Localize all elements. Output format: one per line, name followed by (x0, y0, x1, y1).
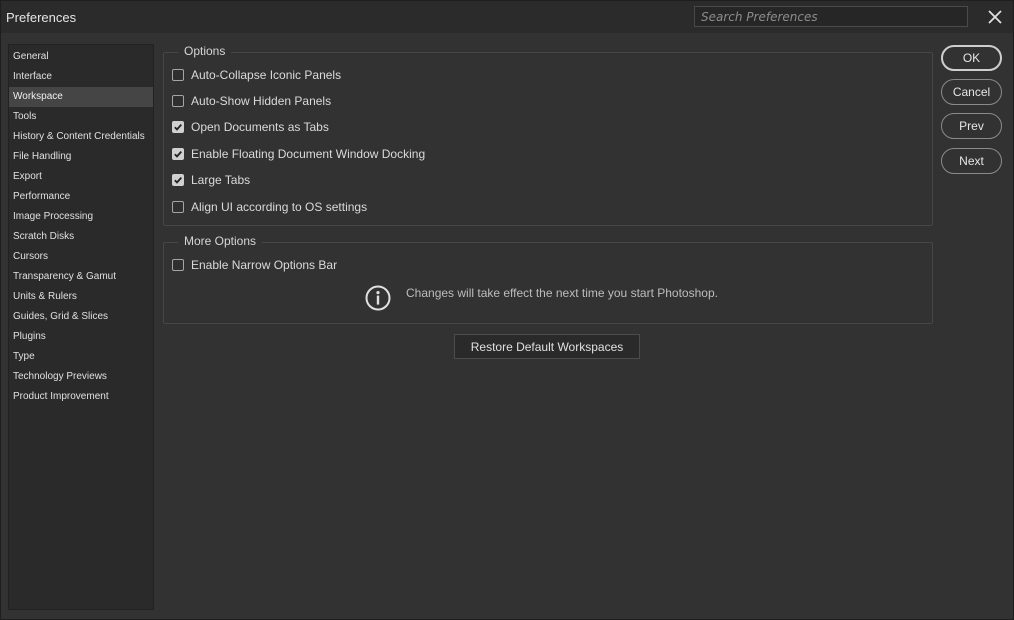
checkmark-icon (174, 176, 182, 184)
option-label: Align UI according to OS settings (191, 200, 368, 214)
sidebar-item-history[interactable]: History & Content Credentials (9, 127, 153, 147)
preferences-dialog: Preferences General Interface Workspace … (0, 0, 1014, 620)
sidebar-item-product-improvement[interactable]: Product Improvement (9, 387, 153, 407)
option-narrow-options-bar: Enable Narrow Options Bar (172, 256, 337, 274)
sidebar-item-units-rulers[interactable]: Units & Rulers (9, 287, 153, 307)
auto-show-checkbox[interactable] (172, 95, 184, 107)
more-options-group-title: More Options (178, 234, 263, 248)
dialog-title: Preferences (6, 10, 77, 25)
sidebar-item-plugins[interactable]: Plugins (9, 327, 153, 347)
floating-docking-checkbox[interactable] (172, 148, 184, 160)
sidebar-item-type[interactable]: Type (9, 347, 153, 367)
checkmark-icon (174, 150, 182, 158)
option-label: Open Documents as Tabs (191, 120, 329, 134)
option-floating-docking: Enable Floating Document Window Docking (172, 145, 425, 163)
sidebar-item-scratch-disks[interactable]: Scratch Disks (9, 227, 153, 247)
option-auto-collapse: Auto-Collapse Iconic Panels (172, 66, 341, 84)
option-large-tabs: Large Tabs (172, 171, 250, 189)
option-open-documents-tabs: Open Documents as Tabs (172, 118, 329, 136)
option-label: Auto-Collapse Iconic Panels (191, 68, 342, 82)
restart-notice-text: Changes will take effect the next time y… (406, 286, 718, 300)
next-button[interactable]: Next (941, 148, 1002, 174)
option-label: Auto-Show Hidden Panels (191, 94, 332, 108)
sidebar: General Interface Workspace Tools Histor… (8, 44, 154, 610)
info-circle-icon (365, 285, 391, 311)
sidebar-item-guides-grid-slices[interactable]: Guides, Grid & Slices (9, 307, 153, 327)
prev-button[interactable]: Prev (941, 113, 1002, 139)
narrow-options-bar-checkbox[interactable] (172, 259, 184, 271)
sidebar-item-export[interactable]: Export (9, 167, 153, 187)
sidebar-item-performance[interactable]: Performance (9, 187, 153, 207)
sidebar-item-file-handling[interactable]: File Handling (9, 147, 153, 167)
option-label: Enable Narrow Options Bar (191, 258, 338, 272)
cancel-button[interactable]: Cancel (941, 79, 1002, 105)
sidebar-item-transparency-gamut[interactable]: Transparency & Gamut (9, 267, 153, 287)
checkmark-icon (174, 123, 182, 131)
restart-notice: Changes will take effect the next time y… (365, 285, 718, 311)
options-group: Options Auto-Collapse Iconic Panels Auto… (163, 44, 933, 226)
search-input[interactable] (694, 6, 968, 27)
sidebar-item-workspace[interactable]: Workspace (9, 87, 153, 107)
option-label: Large Tabs (191, 173, 251, 187)
sidebar-item-interface[interactable]: Interface (9, 67, 153, 87)
align-ui-checkbox[interactable] (172, 201, 184, 213)
option-label: Enable Floating Document Window Docking (191, 147, 426, 161)
sidebar-item-cursors[interactable]: Cursors (9, 247, 153, 267)
sidebar-item-image-processing[interactable]: Image Processing (9, 207, 153, 227)
sidebar-item-tools[interactable]: Tools (9, 107, 153, 127)
auto-collapse-checkbox[interactable] (172, 69, 184, 81)
option-align-ui: Align UI according to OS settings (172, 198, 367, 216)
close-icon[interactable] (985, 7, 1005, 27)
options-group-title: Options (178, 44, 232, 58)
restore-default-workspaces-button[interactable]: Restore Default Workspaces (454, 334, 640, 359)
sidebar-item-technology-previews[interactable]: Technology Previews (9, 367, 153, 387)
option-auto-show: Auto-Show Hidden Panels (172, 92, 331, 110)
ok-button[interactable]: OK (941, 45, 1002, 71)
large-tabs-checkbox[interactable] (172, 174, 184, 186)
sidebar-item-general[interactable]: General (9, 47, 153, 67)
open-documents-tabs-checkbox[interactable] (172, 121, 184, 133)
title-bar: Preferences (1, 1, 1013, 33)
more-options-group: More Options Enable Narrow Options Bar C… (163, 234, 933, 324)
